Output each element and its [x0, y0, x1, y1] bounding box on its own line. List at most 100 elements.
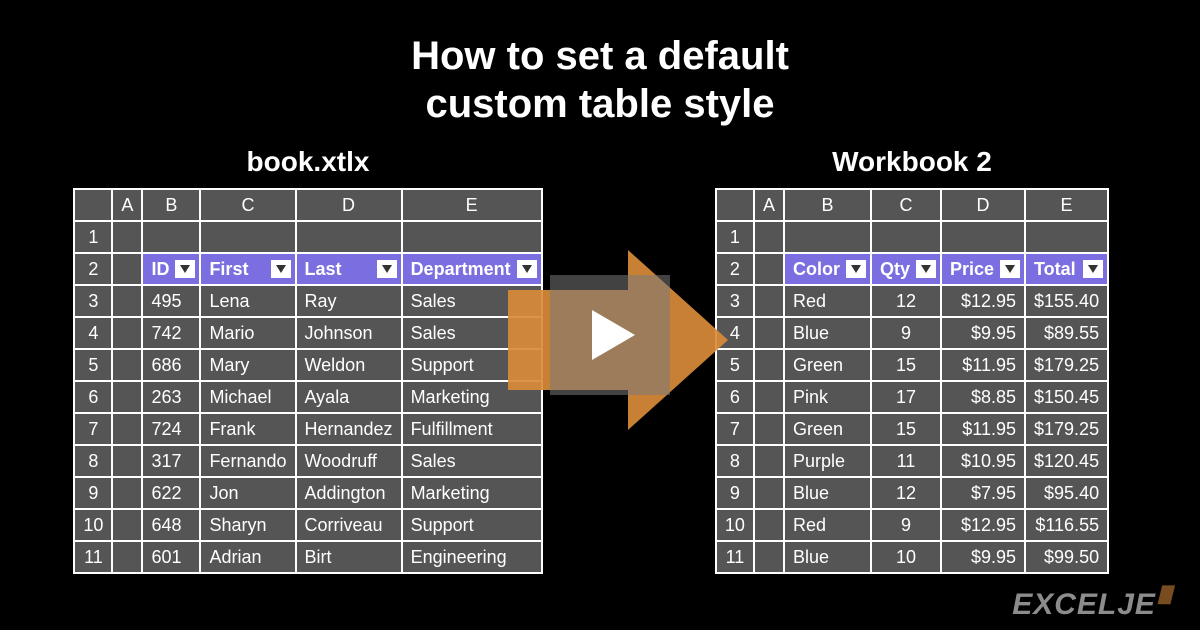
cell-color: Red [784, 509, 871, 541]
tutorial-title: How to set a default custom table style [0, 0, 1200, 128]
cell-color: Blue [784, 317, 871, 349]
cell-price: $11.95 [941, 349, 1025, 381]
cell-price: $11.95 [941, 413, 1025, 445]
column-letter-row: A B C D E [74, 189, 541, 221]
cell-total: $116.55 [1025, 509, 1108, 541]
col-C: C [200, 189, 295, 221]
cell-color: Blue [784, 477, 871, 509]
col-A: A [754, 189, 784, 221]
cell-price: $10.95 [941, 445, 1025, 477]
play-icon [580, 305, 640, 365]
cell-total: $179.25 [1025, 413, 1108, 445]
table-row: 9Blue12$7.95$95.40 [716, 477, 1108, 509]
cell-qty: 10 [871, 541, 941, 573]
table-row: 6263MichaelAyalaMarketing [74, 381, 541, 413]
cell-price: $7.95 [941, 477, 1025, 509]
cell-qty: 15 [871, 349, 941, 381]
cell-id: 648 [142, 509, 200, 541]
header-row: 2 ID First Last Department [74, 253, 541, 285]
cell-first: Michael [200, 381, 295, 413]
header-price[interactable]: Price [941, 253, 1025, 285]
cell-first: Sharyn [200, 509, 295, 541]
header-last[interactable]: Last [296, 253, 402, 285]
cell-last: Birt [296, 541, 402, 573]
cell-price: $9.95 [941, 317, 1025, 349]
right-caption: Workbook 2 [832, 146, 992, 178]
cell-last: Weldon [296, 349, 402, 381]
table-row: 10648SharynCorriveauSupport [74, 509, 541, 541]
cell-total: $179.25 [1025, 349, 1108, 381]
cell-dept: Support [402, 509, 542, 541]
cell-total: $150.45 [1025, 381, 1108, 413]
cell-last: Ayala [296, 381, 402, 413]
table-row: 3Red12$12.95$155.40 [716, 285, 1108, 317]
right-panel: Workbook 2 A B C D E 1 2 Color Qty Price… [672, 146, 1152, 574]
filter-dropdown-icon[interactable] [377, 260, 397, 278]
header-id[interactable]: ID [142, 253, 200, 285]
cell-last: Hernandez [296, 413, 402, 445]
table-row: 8Purple11$10.95$120.45 [716, 445, 1108, 477]
filter-dropdown-icon[interactable] [1083, 260, 1103, 278]
cell-qty: 9 [871, 509, 941, 541]
table-row: 7Green15$11.95$179.25 [716, 413, 1108, 445]
cell-id: 724 [142, 413, 200, 445]
cell-id: 495 [142, 285, 200, 317]
filter-dropdown-icon[interactable] [1000, 260, 1020, 278]
cell-qty: 11 [871, 445, 941, 477]
cell-first: Fernando [200, 445, 295, 477]
cell-qty: 9 [871, 317, 941, 349]
cell-first: Mary [200, 349, 295, 381]
table-row: 7724FrankHernandezFulfillment [74, 413, 541, 445]
cell-last: Johnson [296, 317, 402, 349]
cell-color: Purple [784, 445, 871, 477]
header-first[interactable]: First [200, 253, 295, 285]
cell-id: 686 [142, 349, 200, 381]
cell-color: Pink [784, 381, 871, 413]
column-letter-row: A B C D E [716, 189, 1108, 221]
header-color[interactable]: Color [784, 253, 871, 285]
cell-id: 317 [142, 445, 200, 477]
cell-qty: 12 [871, 477, 941, 509]
cell-total: $89.55 [1025, 317, 1108, 349]
table-row: 3495LenaRaySales [74, 285, 541, 317]
table-row: 5Green15$11.95$179.25 [716, 349, 1108, 381]
col-B: B [784, 189, 871, 221]
filter-dropdown-icon[interactable] [271, 260, 291, 278]
cell-price: $12.95 [941, 285, 1025, 317]
left-panel: book.xtlx A B C D E 1 2 ID First Last De… [48, 146, 568, 574]
table-row: 9622JonAddingtonMarketing [74, 477, 541, 509]
cell-last: Corriveau [296, 509, 402, 541]
table-row: 10Red9$12.95$116.55 [716, 509, 1108, 541]
left-spreadsheet: A B C D E 1 2 ID First Last Department 3… [73, 188, 542, 574]
play-button[interactable] [550, 275, 670, 395]
cell-total: $95.40 [1025, 477, 1108, 509]
cell-color: Red [784, 285, 871, 317]
brand-watermark: EXCELJE▘ [1012, 587, 1180, 622]
header-total[interactable]: Total [1025, 253, 1108, 285]
cell-qty: 17 [871, 381, 941, 413]
cell-price: $9.95 [941, 541, 1025, 573]
col-E: E [402, 189, 542, 221]
filter-dropdown-icon[interactable] [846, 260, 866, 278]
left-caption: book.xtlx [247, 146, 370, 178]
cell-color: Green [784, 413, 871, 445]
col-C: C [871, 189, 941, 221]
table-row: 1 [716, 221, 1108, 253]
cell-id: 622 [142, 477, 200, 509]
cell-first: Lena [200, 285, 295, 317]
filter-dropdown-icon[interactable] [175, 260, 195, 278]
cell-first: Jon [200, 477, 295, 509]
header-qty[interactable]: Qty [871, 253, 941, 285]
cell-id: 601 [142, 541, 200, 573]
cell-color: Blue [784, 541, 871, 573]
table-row: 5686MaryWeldonSupport [74, 349, 541, 381]
filter-dropdown-icon[interactable] [916, 260, 936, 278]
cell-dept: Sales [402, 445, 542, 477]
cell-dept: Engineering [402, 541, 542, 573]
col-A: A [112, 189, 142, 221]
cell-last: Woodruff [296, 445, 402, 477]
cell-total: $155.40 [1025, 285, 1108, 317]
table-row: 6Pink17$8.85$150.45 [716, 381, 1108, 413]
cell-total: $99.50 [1025, 541, 1108, 573]
table-row: 4Blue9$9.95$89.55 [716, 317, 1108, 349]
